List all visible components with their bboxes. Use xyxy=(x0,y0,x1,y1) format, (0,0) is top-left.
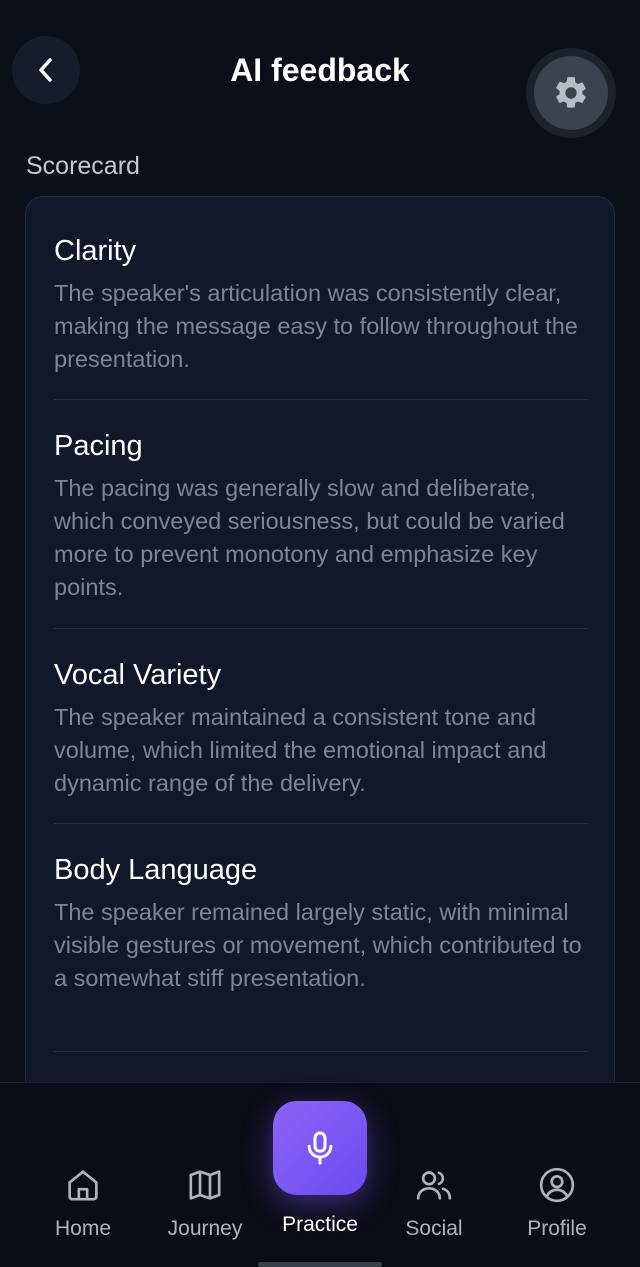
scorecard-item-clarity: Clarity The speaker's articulation was c… xyxy=(54,233,588,376)
nav-item-journey[interactable]: Journey xyxy=(150,1165,260,1241)
gear-icon xyxy=(556,77,586,108)
scorecard-item-title: Pacing xyxy=(54,430,143,462)
nav-item-profile[interactable]: Profile xyxy=(502,1165,612,1241)
bottom-nav: Home Journey Practice Social Profile xyxy=(0,1082,640,1267)
nav-item-home[interactable]: Home xyxy=(28,1165,138,1241)
scorecard-item-description: The speaker maintained a consistent tone… xyxy=(54,704,547,796)
divider xyxy=(54,399,588,400)
divider xyxy=(54,823,588,824)
user-circle-icon xyxy=(539,1167,575,1203)
scorecard-item-body-language: Body Language The speaker remained large… xyxy=(54,852,588,995)
scorecard-label: Scorecard xyxy=(26,152,140,180)
scorecard-item-title: Body Language xyxy=(54,854,258,886)
map-icon xyxy=(189,1170,221,1200)
nav-label-journey: Journey xyxy=(167,1217,243,1240)
scorecard-item-description: The pacing was generally slow and delibe… xyxy=(54,475,565,600)
nav-label-profile: Profile xyxy=(527,1217,587,1240)
scorecard-item-title: Clarity xyxy=(54,235,137,267)
nav-item-social[interactable]: Social xyxy=(379,1165,489,1241)
nav-label-home: Home xyxy=(54,1217,112,1240)
nav-label-practice: Practice xyxy=(282,1213,358,1236)
practice-button[interactable] xyxy=(273,1101,367,1195)
settings-button-ring xyxy=(526,48,616,138)
app-screen: AI feedback Scorecard Clarity The speake… xyxy=(0,0,640,1267)
scorecard-item-description: The speaker remained largely static, wit… xyxy=(54,899,582,991)
scorecard-item-pacing: Pacing The pacing was generally slow and… xyxy=(54,428,588,604)
nav-label-social: Social xyxy=(405,1217,463,1240)
divider xyxy=(54,1051,588,1052)
microphone-icon xyxy=(307,1131,333,1165)
scorecard-card: Clarity The speaker's articulation was c… xyxy=(25,196,615,1196)
scorecard-item-vocal-variety: Vocal Variety The speaker maintained a c… xyxy=(54,657,588,800)
home-icon xyxy=(68,1170,98,1201)
settings-button[interactable] xyxy=(534,56,608,130)
scorecard-item-title: Vocal Variety xyxy=(54,659,222,691)
home-indicator xyxy=(258,1262,382,1267)
scorecard-item-description: The speaker's articulation was consisten… xyxy=(54,280,578,372)
divider xyxy=(54,628,588,629)
users-icon xyxy=(416,1171,452,1200)
